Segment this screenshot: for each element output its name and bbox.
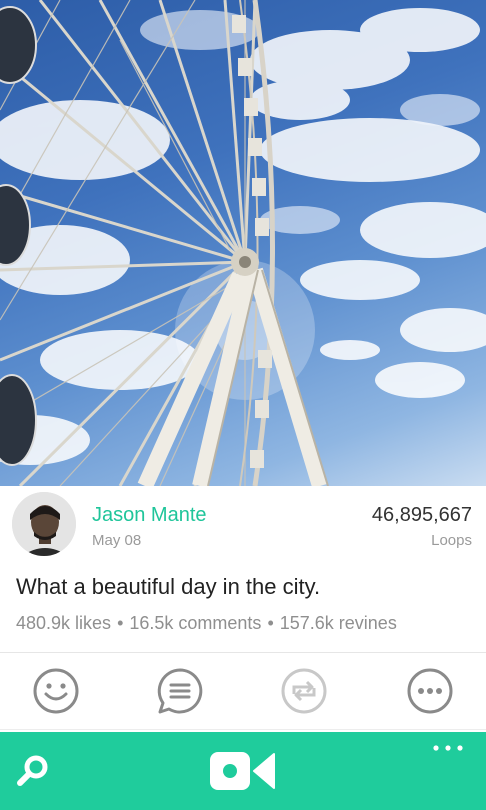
ferris-wheel-image (0, 0, 486, 486)
revines-count[interactable]: 157.6k revines (280, 613, 397, 633)
comments-count[interactable]: 16.5k comments (129, 613, 261, 633)
post-date: May 08 (92, 532, 142, 549)
user-photo (12, 492, 76, 556)
divider (0, 729, 486, 730)
comment-button[interactable] (156, 667, 204, 715)
revine-button[interactable] (280, 667, 328, 715)
likes-count[interactable]: 480.9k likes (16, 613, 111, 633)
stats-separator: • (117, 613, 124, 633)
video-camera-icon (210, 752, 275, 790)
more-button[interactable] (406, 667, 454, 715)
more-icon (407, 668, 453, 714)
post-header: Jason Mante May 08 46,895,667 Loops (0, 486, 486, 566)
loops-count: 46,895,667 (371, 504, 472, 526)
record-button[interactable] (210, 750, 276, 797)
comment-icon (157, 668, 203, 714)
loops-label: Loops (431, 532, 472, 549)
post-actions (0, 653, 486, 729)
app-bar (0, 732, 486, 810)
post-caption: What a beautiful day in the city. (16, 574, 321, 599)
author-name[interactable]: Jason Mante (92, 504, 207, 527)
ellipsis-icon (433, 745, 463, 751)
revine-icon (281, 668, 327, 714)
overflow-button[interactable] (432, 740, 464, 758)
search-icon (17, 755, 48, 786)
search-button[interactable] (16, 754, 50, 793)
avatar[interactable] (12, 492, 76, 556)
smiley-icon (33, 668, 79, 714)
post-stats: 480.9k likes • 16.5k comments • 157.6k revin… (16, 613, 397, 634)
post-video[interactable] (0, 0, 486, 486)
stats-separator: • (267, 613, 274, 633)
like-button[interactable] (32, 667, 80, 715)
